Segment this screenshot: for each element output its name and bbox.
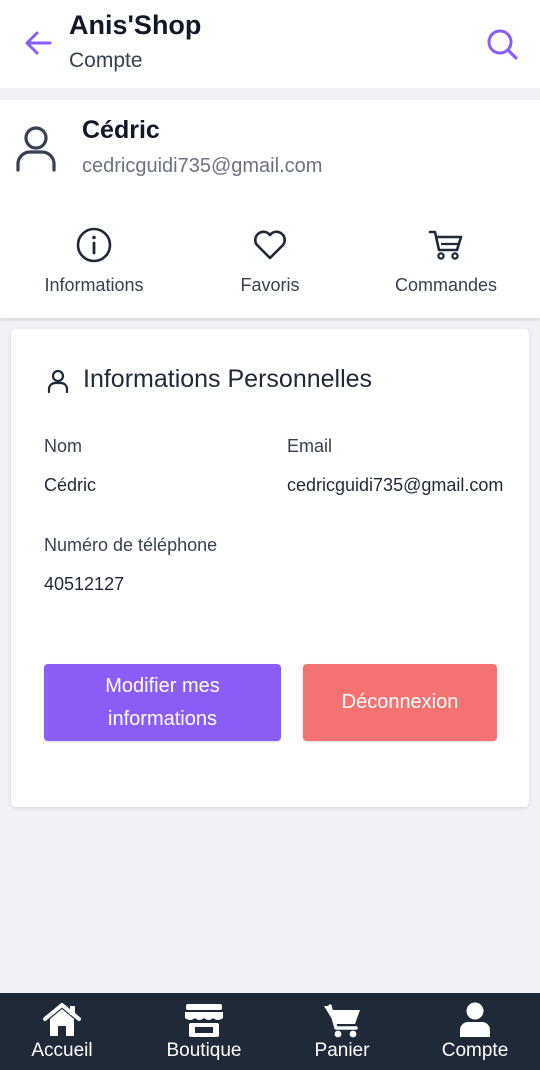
nav-item-accueil[interactable]: Accueil [2,993,122,1070]
shortcut-informations[interactable]: Informations [19,226,169,306]
shortcut-label: Favoris [240,275,300,295]
nav-label: Panier [314,1040,370,1061]
name-value: Cédric [44,475,97,495]
back-button[interactable] [22,26,56,60]
nav-item-compte[interactable]: Compte [415,993,535,1070]
search-button[interactable] [484,26,520,62]
user-icon [460,1002,490,1037]
phone-label: Numéro de téléphone [44,535,218,555]
shortcut-label: Informations [44,275,144,295]
heart-icon [254,230,286,260]
cart-icon [324,1004,360,1038]
nav-label: Compte [441,1040,509,1061]
page-subtitle: Compte [69,49,143,72]
app-header: Anis'Shop Compte [0,0,540,88]
nav-item-panier[interactable]: Panier [282,993,402,1070]
bottom-nav: Accueil Boutique Panier Compte [0,993,540,1070]
name-label: Nom [44,436,83,456]
nav-label: Boutique [166,1040,242,1061]
card-title: Informations Personnelles [83,365,373,393]
personal-info-card: Informations Personnelles Nom Cédric Ema… [11,329,529,807]
arrow-left-icon [25,31,52,55]
edit-info-button[interactable]: Modifier mes informations [44,664,281,741]
shortcut-commandes[interactable]: Commandes [371,226,521,306]
store-icon [185,1004,223,1037]
email-label: Email [287,436,333,456]
nav-item-boutique[interactable]: Boutique [144,993,264,1070]
email-value: cedricguidi735@gmail.com [287,475,504,495]
user-icon [47,369,69,393]
nav-label: Accueil [31,1040,93,1061]
search-icon [487,29,518,60]
logout-button[interactable]: Déconnexion [303,664,497,741]
shortcut-favoris[interactable]: Favoris [195,226,345,306]
profile-email: cedricguidi735@gmail.com [82,155,323,177]
profile-section: Cédric cedricguidi735@gmail.com Informat… [0,100,540,318]
cart-icon [428,230,463,260]
app-title: Anis'Shop [69,10,202,40]
phone-value: 40512127 [44,574,125,594]
user-outline-icon [16,126,56,172]
shortcut-label: Commandes [394,275,498,295]
info-circle-icon [76,227,112,263]
profile-name: Cédric [82,116,160,144]
home-icon [43,1003,81,1036]
